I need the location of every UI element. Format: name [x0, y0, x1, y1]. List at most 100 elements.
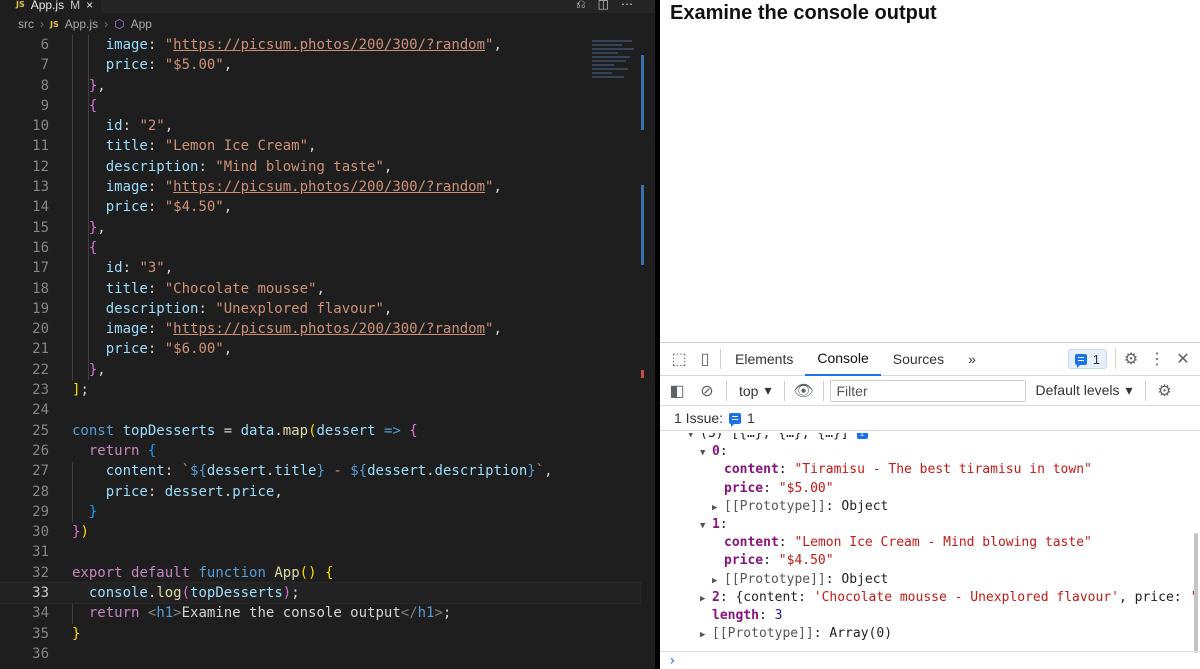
- context-select[interactable]: top ▾: [733, 382, 778, 399]
- console-line[interactable]: ▶ [[Prototype]]: Array(0): [700, 625, 892, 644]
- code-editor[interactable]: JS App.js M × ⎌ ◫ ⋯ src › JS App.js › ⬡ …: [0, 0, 655, 669]
- code-line[interactable]: 34 return <h1>Examine the console output…: [0, 603, 640, 623]
- console-line[interactable]: ▶ [[Prototype]]: Object: [712, 571, 888, 590]
- close-icon[interactable]: ✕: [1170, 346, 1196, 372]
- code-line[interactable]: 6 image: "https://picsum.photos/200/300/…: [0, 35, 640, 55]
- tab-sources[interactable]: Sources: [881, 343, 956, 376]
- collapsed-triangle-icon[interactable]: ▶: [712, 572, 724, 590]
- line-number: 11: [32, 138, 49, 155]
- code-line[interactable]: 18 title: "Chocolate mousse",: [0, 279, 640, 299]
- page-heading: Examine the console output: [670, 2, 937, 24]
- divider: [1144, 380, 1146, 401]
- code-line[interactable]: 8 },: [0, 76, 640, 96]
- code-text: },: [88, 361, 106, 378]
- tab-elements[interactable]: Elements: [723, 343, 805, 376]
- expanded-triangle-icon[interactable]: ▼: [700, 444, 712, 462]
- console-line[interactable]: ▶ 2: {content: 'Chocolate mousse - Unexpl…: [700, 589, 1197, 608]
- collapsed-triangle-icon[interactable]: ▶: [700, 590, 712, 608]
- code-line[interactable]: 23];: [0, 380, 640, 400]
- device-toolbar-icon[interactable]: ▯: [692, 346, 718, 372]
- code-line[interactable]: 19 description: "Unexplored flavour",: [0, 299, 640, 319]
- breadcrumb-symbol[interactable]: App: [131, 17, 152, 31]
- kebab-menu-icon[interactable]: ⋮: [1144, 346, 1170, 372]
- console-line[interactable]: ▼ 0:: [700, 443, 728, 462]
- breadcrumb-folder[interactable]: src: [18, 17, 34, 31]
- code-text: title: "Chocolate mousse",: [105, 280, 325, 297]
- code-line[interactable]: 28 price: dessert.price,: [0, 482, 640, 502]
- code-text: description: "Mind blowing taste",: [105, 158, 393, 175]
- code-line[interactable]: 21 price: "$6.00",: [0, 339, 640, 359]
- tab-console[interactable]: Console: [805, 343, 881, 376]
- code-line[interactable]: 15 },: [0, 218, 640, 238]
- code-line[interactable]: 33 console.log(topDesserts);: [0, 582, 641, 605]
- split-editor-icon[interactable]: ◫: [598, 0, 609, 12]
- js-file-icon: JS: [16, 0, 25, 9]
- inspect-element-icon[interactable]: ⬚: [666, 346, 692, 372]
- expanded-triangle-icon[interactable]: ▼: [688, 433, 700, 444]
- log-levels-select[interactable]: Default levels ▾: [1030, 382, 1139, 399]
- console-line-text: content: "Lemon Ice Cream - Mind blowing…: [724, 535, 1092, 551]
- line-number: 30: [32, 524, 49, 541]
- console-line: content: "Lemon Ice Cream - Mind blowing…: [712, 534, 1092, 552]
- collapsed-triangle-icon[interactable]: ▶: [712, 499, 724, 517]
- editor-tab-app-js[interactable]: JS App.js M ×: [0, 0, 102, 13]
- code-line[interactable]: 20 image: "https://picsum.photos/200/300…: [0, 319, 640, 339]
- issues-bar[interactable]: 1 Issue: 1: [660, 406, 1200, 431]
- code-line[interactable]: 10 id: "2",: [0, 116, 640, 136]
- more-tabs-icon[interactable]: »: [956, 343, 988, 376]
- compare-icon[interactable]: ⎌: [576, 0, 586, 12]
- code-line[interactable]: 36: [0, 644, 640, 664]
- clear-console-icon[interactable]: ⊘: [694, 378, 720, 404]
- code-line[interactable]: 7 price: "$5.00",: [0, 55, 640, 75]
- code-line[interactable]: 27 content: `${dessert.title} - ${desser…: [0, 461, 640, 481]
- more-actions-icon[interactable]: ⋯: [621, 0, 633, 12]
- expanded-triangle-icon[interactable]: ▼: [700, 517, 712, 535]
- issues-icon: [1074, 353, 1087, 368]
- console-output[interactable]: ▼ (3) [{…}, {…}, {…}] i ▼ 0: content: "Tiram…: [660, 433, 1200, 653]
- code-line[interactable]: 35}: [0, 624, 640, 644]
- code-line[interactable]: 31: [0, 542, 640, 562]
- caret-down-icon: ▾: [764, 382, 772, 398]
- code-line[interactable]: 30}): [0, 522, 640, 542]
- code-line[interactable]: 12 description: "Mind blowing taste",: [0, 157, 640, 177]
- collapsed-triangle-icon[interactable]: ▶: [700, 626, 712, 644]
- code-line[interactable]: 9 {: [0, 96, 640, 116]
- issues-counter-button[interactable]: 1: [1067, 349, 1107, 369]
- code-line[interactable]: 29 }: [0, 502, 640, 522]
- live-expression-eye-icon[interactable]: 👁: [791, 378, 817, 404]
- code-text: description: "Unexplored flavour",: [105, 300, 393, 317]
- editor-scrollbar[interactable]: [640, 35, 646, 669]
- code-text: image: "https://picsum.photos/200/300/?r…: [105, 179, 502, 196]
- code-text: }: [88, 503, 98, 520]
- code-text: console.log(topDesserts);: [88, 585, 300, 602]
- code-line[interactable]: 22 },: [0, 360, 640, 380]
- code-line[interactable]: 25 const topDesserts = data.map(dessert =…: [0, 421, 640, 441]
- code-area[interactable]: 6 image: "https://picsum.photos/200/300/…: [0, 35, 641, 664]
- code-line[interactable]: 17 id: "3",: [0, 258, 640, 278]
- code-line[interactable]: 24: [0, 400, 640, 420]
- console-line-text: 2: {content: 'Chocolate mousse - Unexplo…: [712, 589, 1197, 605]
- gear-icon[interactable]: ⚙: [1118, 346, 1144, 372]
- line-number: 9: [40, 97, 49, 114]
- code-text: }: [72, 625, 81, 642]
- code-line[interactable]: 14 price: "$4.50",: [0, 197, 640, 217]
- breadcrumb-file[interactable]: App.js: [65, 17, 98, 31]
- console-settings-gear-icon[interactable]: ⚙: [1152, 378, 1178, 404]
- divider: [783, 380, 785, 401]
- code-line[interactable]: 26 return {: [0, 441, 640, 461]
- filter-input[interactable]: [829, 379, 1026, 402]
- code-line[interactable]: 11 title: "Lemon Ice Cream",: [0, 136, 640, 156]
- console-prompt[interactable]: ›: [660, 651, 1200, 669]
- console-scrollbar[interactable]: [1194, 533, 1198, 653]
- code-line[interactable]: 13 image: "https://picsum.photos/200/300…: [0, 177, 640, 197]
- console-toolbar: ◧ ⊘ top ▾ 👁 Default levels ▾ ⚙: [660, 376, 1200, 406]
- console-line[interactable]: ▶ [[Prototype]]: Object: [712, 498, 888, 517]
- sidebar-toggle-icon[interactable]: ◧: [664, 378, 690, 404]
- close-tab-icon[interactable]: ×: [86, 0, 93, 12]
- code-line[interactable]: 32 export default function App() {: [0, 563, 640, 583]
- code-line[interactable]: 16 {: [0, 238, 640, 258]
- console-line-text: [[Prototype]]: Object: [724, 498, 889, 514]
- minimap[interactable]: [592, 38, 640, 98]
- console-line[interactable]: ▼ 1:: [700, 516, 728, 535]
- line-number: 16: [32, 239, 49, 256]
